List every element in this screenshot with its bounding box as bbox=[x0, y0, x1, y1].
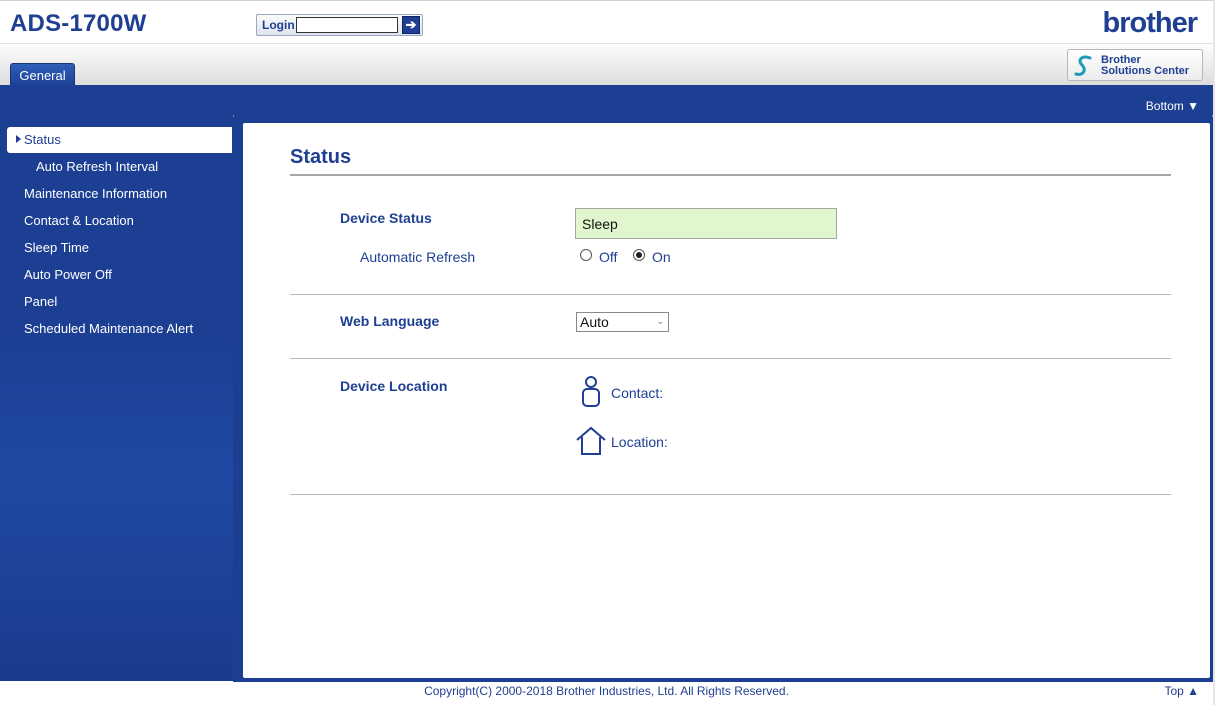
title-divider bbox=[290, 174, 1171, 176]
web-language-value: Auto bbox=[580, 314, 609, 330]
brother-logo: brother bbox=[1102, 7, 1198, 39]
page-title: Status bbox=[290, 146, 352, 168]
device-status-value: Sleep bbox=[575, 208, 837, 239]
solutions-center-line2: Solutions Center bbox=[1101, 65, 1190, 77]
section-divider bbox=[290, 494, 1171, 495]
solutions-center-icon bbox=[1074, 55, 1092, 76]
login-box: Login ➔ bbox=[256, 14, 423, 36]
auto-refresh-on-label: On bbox=[652, 249, 671, 265]
section-divider bbox=[290, 294, 1171, 295]
sidebar-item-auto-power-off[interactable]: Auto Power Off bbox=[24, 267, 112, 282]
login-password-input[interactable] bbox=[296, 17, 398, 33]
solutions-center-label: Brother Solutions Center bbox=[1101, 55, 1189, 77]
sidebar-item-scheduled-maintenance-alert[interactable]: Scheduled Maintenance Alert bbox=[24, 321, 193, 336]
device-status-label: Device Status bbox=[340, 210, 432, 226]
device-location-label: Device Location bbox=[340, 378, 448, 394]
top-link[interactable]: Top ▲ bbox=[1164, 684, 1199, 698]
contact-label: Contact: bbox=[611, 385, 664, 401]
house-icon bbox=[576, 426, 606, 455]
content-panel bbox=[241, 121, 1212, 680]
arrow-right-icon: ➔ bbox=[405, 17, 417, 32]
location-label: Location: bbox=[611, 434, 668, 450]
tab-general[interactable]: General bbox=[10, 63, 75, 87]
sidebar-item-contact-location[interactable]: Contact & Location bbox=[24, 213, 134, 228]
sidebar-item-auto-refresh-interval[interactable]: Auto Refresh Interval bbox=[36, 159, 158, 174]
model-name: ADS-1700W bbox=[10, 10, 147, 37]
section-divider bbox=[290, 358, 1171, 359]
automatic-refresh-label: Automatic Refresh bbox=[360, 249, 476, 265]
header: ADS-1700W Login ➔ brother Brother Soluti… bbox=[0, 0, 1215, 87]
bottom-link[interactable]: Bottom ▼ bbox=[1146, 99, 1199, 113]
auto-refresh-on-radio[interactable] bbox=[633, 249, 645, 261]
nav-band bbox=[0, 85, 1213, 115]
auto-refresh-off-radio[interactable] bbox=[580, 249, 592, 261]
sidebar-item-sleep-time[interactable]: Sleep Time bbox=[24, 240, 89, 255]
web-language-label: Web Language bbox=[340, 313, 440, 329]
solutions-center-button[interactable]: Brother Solutions Center bbox=[1067, 49, 1203, 81]
chevron-down-icon: ⌄ bbox=[656, 316, 664, 326]
header-divider bbox=[0, 43, 1215, 44]
login-submit-button[interactable]: ➔ bbox=[402, 16, 420, 34]
sidebar-item-maintenance-information[interactable]: Maintenance Information bbox=[24, 186, 167, 201]
sidebar-item-status[interactable]: Status bbox=[7, 127, 232, 153]
triangle-right-icon bbox=[16, 135, 21, 143]
person-icon bbox=[582, 376, 600, 407]
web-language-select[interactable]: Auto ⌄ bbox=[576, 312, 669, 332]
sidebar-item-label: Status bbox=[24, 132, 61, 147]
sidebar-item-panel[interactable]: Panel bbox=[24, 294, 57, 309]
auto-refresh-off-label: Off bbox=[599, 249, 618, 265]
copyright: Copyright(C) 2000-2018 Brother Industrie… bbox=[424, 684, 789, 698]
login-label: Login bbox=[262, 18, 295, 32]
